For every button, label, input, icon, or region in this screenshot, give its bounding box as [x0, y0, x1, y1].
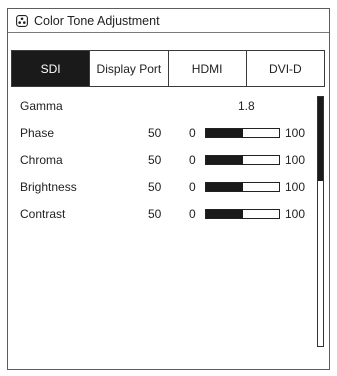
contrast-slider[interactable] — [205, 209, 280, 219]
phase-max-label: 100 — [285, 126, 306, 140]
contrast-row[interactable]: Contrast 50 0 100 — [8, 199, 313, 226]
title-bar: Color Tone Adjustment — [8, 9, 329, 33]
brightness-value: 50 — [148, 180, 162, 194]
chroma-slider[interactable] — [205, 155, 280, 165]
scrollbar-thumb[interactable] — [318, 97, 323, 181]
brightness-slider-fill — [206, 183, 243, 191]
tab-display-port[interactable]: Display Port — [89, 51, 168, 86]
phase-min-label: 0 — [189, 126, 196, 140]
settings-list: Gamma 1.8 Phase 50 0 100 Chroma 50 0 100… — [8, 91, 313, 226]
tab-hdmi[interactable]: HDMI — [167, 51, 246, 86]
brightness-row[interactable]: Brightness 50 0 100 — [8, 172, 313, 199]
window-title: Color Tone Adjustment — [34, 13, 160, 28]
contrast-max-label: 100 — [285, 207, 306, 221]
chroma-label: Chroma — [20, 153, 63, 167]
phase-slider-fill — [206, 129, 243, 137]
phase-label: Phase — [20, 126, 55, 140]
vertical-scrollbar[interactable] — [317, 96, 324, 347]
color-tone-window: Color Tone Adjustment SDI Display Port H… — [7, 8, 330, 370]
brightness-min-label: 0 — [189, 180, 196, 194]
gamma-row[interactable]: Gamma 1.8 — [8, 91, 313, 118]
tab-dvi-d[interactable]: DVI-D — [245, 51, 324, 86]
chroma-value: 50 — [148, 153, 162, 167]
gamma-label: Gamma — [20, 99, 63, 113]
palette-icon — [16, 14, 28, 27]
phase-value: 50 — [148, 126, 162, 140]
brightness-max-label: 100 — [285, 180, 306, 194]
phase-slider[interactable] — [205, 128, 280, 138]
chroma-max-label: 100 — [285, 153, 306, 167]
brightness-slider[interactable] — [205, 182, 280, 192]
chroma-row[interactable]: Chroma 50 0 100 — [8, 145, 313, 172]
brightness-label: Brightness — [20, 180, 77, 194]
phase-row[interactable]: Phase 50 0 100 — [8, 118, 313, 145]
contrast-min-label: 0 — [189, 207, 196, 221]
contrast-slider-fill — [206, 210, 243, 218]
gamma-value: 1.8 — [238, 99, 255, 113]
tab-sdi[interactable]: SDI — [12, 51, 90, 86]
input-tabs: SDI Display Port HDMI DVI-D — [11, 50, 325, 87]
contrast-label: Contrast — [20, 207, 66, 221]
contrast-value: 50 — [148, 207, 162, 221]
chroma-min-label: 0 — [189, 153, 196, 167]
chroma-slider-fill — [206, 156, 243, 164]
